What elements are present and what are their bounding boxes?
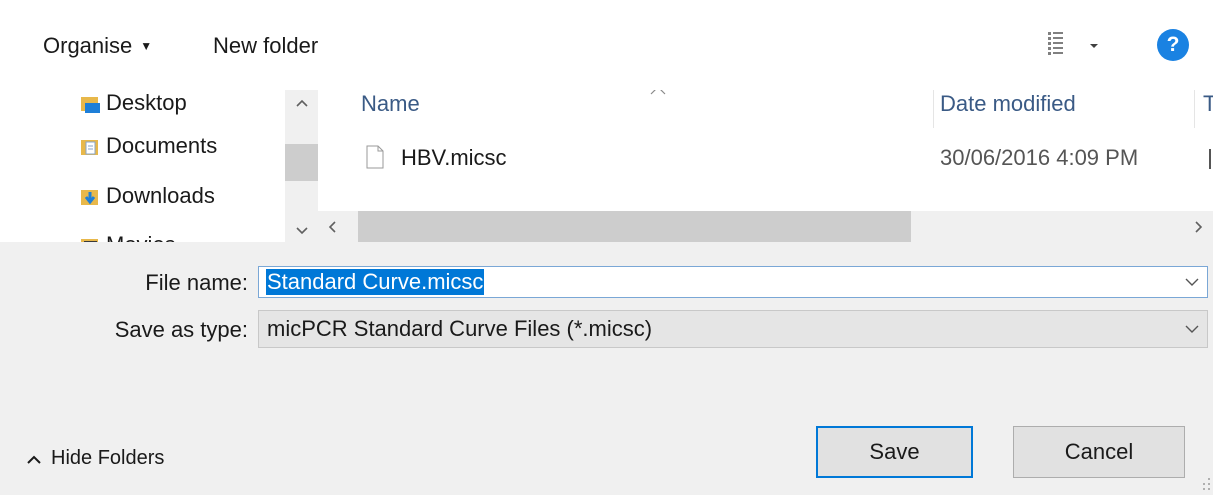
save-as-type-select[interactable]: micPCR Standard Curve Files (*.micsc) xyxy=(258,310,1208,348)
movies-folder-icon xyxy=(80,236,100,242)
desktop-folder-icon xyxy=(80,94,100,113)
chevron-down-icon[interactable] xyxy=(1185,267,1199,297)
file-list-horizontal-scrollbar[interactable] xyxy=(318,211,1213,242)
file-name: HBV.micsc xyxy=(401,145,507,170)
nav-item-downloads[interactable]: Downloads xyxy=(80,180,215,212)
downloads-folder-icon xyxy=(80,187,100,205)
column-header-date-modified[interactable]: Date modified xyxy=(940,90,1076,129)
documents-folder-icon xyxy=(80,137,100,155)
nav-item-label: Documents xyxy=(106,133,218,158)
chevron-up-icon xyxy=(27,447,41,470)
column-header-name[interactable]: Name xyxy=(361,90,420,129)
file-name-label: File name: xyxy=(145,270,248,295)
sort-ascending-icon xyxy=(650,90,666,100)
hide-folders-button[interactable]: Hide Folders xyxy=(27,442,164,474)
file-icon xyxy=(366,145,384,174)
view-details-icon xyxy=(1048,32,1098,55)
nav-item-label: Downloads xyxy=(106,183,215,208)
column-header-type[interactable]: T xyxy=(1203,90,1213,129)
scroll-left-arrow-icon[interactable] xyxy=(328,220,336,238)
save-as-type-label: Save as type: xyxy=(114,317,248,342)
nav-item-movies[interactable]: Movies xyxy=(80,229,176,242)
organise-button[interactable]: Organise ▼ xyxy=(43,30,152,62)
nav-item-desktop[interactable]: Desktop xyxy=(80,90,187,119)
organise-label: Organise xyxy=(43,33,133,58)
caret-down-icon: ▼ xyxy=(140,39,153,53)
scroll-right-arrow-icon[interactable] xyxy=(1195,220,1203,238)
nav-item-label: Desktop xyxy=(106,90,187,115)
command-bar: Organise ▼ New folder ? xyxy=(0,0,1213,90)
new-folder-button[interactable]: New folder xyxy=(213,30,318,62)
resize-grip-icon[interactable] xyxy=(1200,476,1212,495)
cancel-button[interactable]: Cancel xyxy=(1013,426,1185,478)
help-button[interactable]: ? xyxy=(1157,29,1189,61)
file-type-truncated xyxy=(1209,149,1211,169)
scroll-down-arrow-icon[interactable] xyxy=(285,218,318,244)
nav-item-documents[interactable]: Documents xyxy=(80,130,217,162)
navigation-pane[interactable]: Desktop Documents Downloads Movies xyxy=(0,90,285,242)
table-row[interactable]: HBV.micsc 30/06/2016 4:09 PM xyxy=(318,135,1213,185)
caret-down-icon xyxy=(1090,44,1098,48)
navigation-scrollbar[interactable] xyxy=(285,90,318,242)
save-as-type-value: micPCR Standard Curve Files (*.micsc) xyxy=(267,316,653,341)
nav-item-label: Movies xyxy=(106,232,176,242)
file-name-combobox[interactable]: Standard Curve.micsc xyxy=(258,266,1208,298)
scrollbar-thumb[interactable] xyxy=(285,144,318,181)
column-divider[interactable] xyxy=(933,90,934,128)
column-divider[interactable] xyxy=(1194,90,1195,128)
chevron-down-icon[interactable] xyxy=(1185,311,1199,347)
hide-folders-label: Hide Folders xyxy=(51,446,165,469)
scrollbar-thumb[interactable] xyxy=(358,211,911,242)
file-date-modified: 30/06/2016 4:09 PM xyxy=(940,145,1139,170)
scroll-up-arrow-icon[interactable] xyxy=(285,90,318,116)
new-folder-label: New folder xyxy=(213,33,319,58)
save-button[interactable]: Save xyxy=(816,426,973,478)
change-view-button[interactable] xyxy=(1043,30,1103,60)
file-name-input[interactable]: Standard Curve.micsc xyxy=(266,269,485,295)
